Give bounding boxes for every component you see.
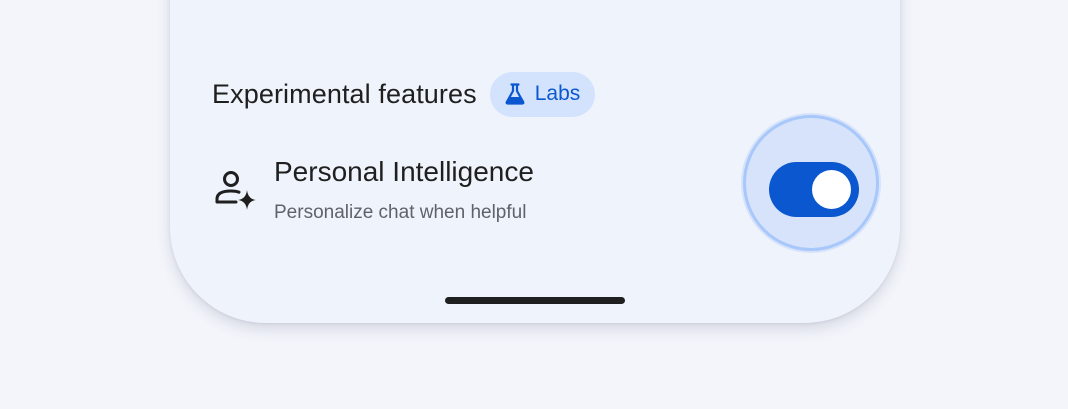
toggle-knob[interactable] xyxy=(812,170,851,209)
settings-panel: Experimental features Labs Personal Inte… xyxy=(170,0,900,323)
section-header: Experimental features Labs xyxy=(212,71,596,117)
person-sparkle-icon xyxy=(215,171,256,210)
setting-subtitle: Personalize chat when helpful xyxy=(274,202,527,223)
labs-badge-label: Labs xyxy=(534,82,581,105)
section-title: Experimental features xyxy=(212,78,477,109)
personal-intelligence-toggle[interactable] xyxy=(769,162,859,217)
personal-intelligence-setting[interactable]: Personal Intelligence Personalize chat w… xyxy=(212,152,812,223)
home-indicator[interactable] xyxy=(445,297,625,304)
labs-badge: Labs xyxy=(489,71,596,117)
setting-title: Personal Intelligence xyxy=(274,156,534,187)
flask-icon xyxy=(505,83,525,105)
